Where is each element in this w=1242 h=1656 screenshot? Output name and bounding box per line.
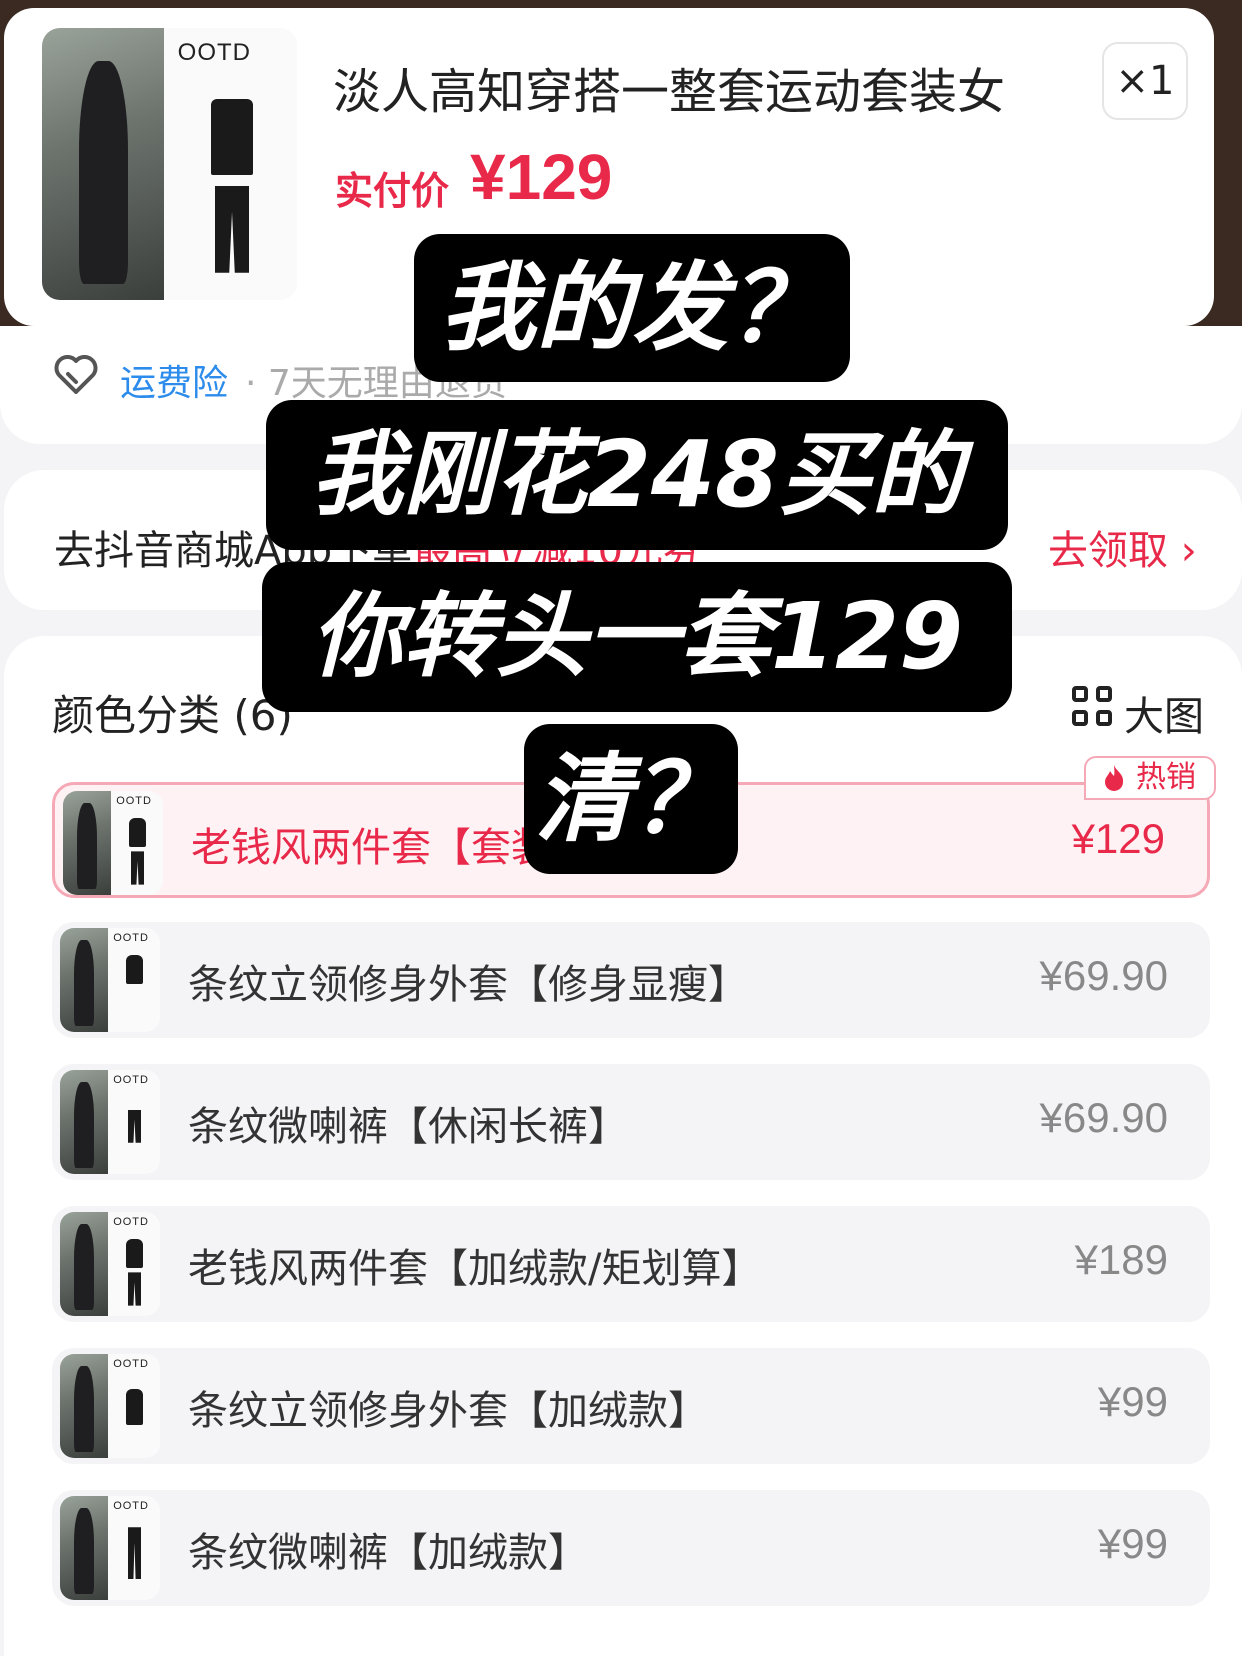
sku-thumb-brand: OOTD [113, 1500, 149, 1513]
sku-thumb-brand: OOTD [116, 795, 152, 808]
claim-coupon-link[interactable]: 去领取 › [1048, 518, 1197, 576]
sku-thumbnail: OOTD [60, 1354, 160, 1458]
sku-thumbnail: OOTD [60, 1496, 160, 1600]
pants-image [214, 185, 250, 273]
thumbnail-brand: OOTD [177, 38, 251, 66]
pay-price-value: ¥129 [470, 141, 613, 213]
model-photo [42, 28, 165, 300]
big-image-toggle[interactable]: 大图 [1124, 684, 1204, 742]
sku-thumb-brand: OOTD [113, 1216, 149, 1229]
sku-section-title: 颜色分类 (6) [52, 691, 293, 740]
sku-name: 条纹微喇裤【加绒款】 [188, 1530, 588, 1576]
sku-price: ¥99 [1097, 1520, 1168, 1567]
sku-name: 条纹微喇裤【休闲长裤】 [188, 1104, 628, 1150]
caption-line-2: 我刚花248买的 [266, 400, 1008, 550]
sku-thumbnail: OOTD [60, 928, 160, 1032]
pay-price-label: 实付价 [335, 169, 450, 213]
quantity-badge[interactable]: ×1 [1102, 42, 1188, 120]
sku-thumbnail: OOTD [60, 1070, 160, 1174]
sku-thumbnail: OOTD [63, 791, 163, 895]
sku-thumbnail: OOTD [60, 1212, 160, 1316]
sku-item[interactable]: OOTD 条纹微喇裤【加绒款】 ¥99 [52, 1490, 1210, 1606]
sku-item[interactable]: OOTD 条纹立领修身外套【加绒款】 ¥99 [52, 1348, 1210, 1464]
sku-thumb-brand: OOTD [113, 1074, 149, 1087]
product-panel: OOTD [164, 28, 297, 300]
grid-view-icon[interactable] [1072, 686, 1114, 728]
sku-item[interactable]: OOTD 条纹微喇裤【休闲长裤】 ¥69.90 [52, 1064, 1210, 1180]
sku-thumb-brand: OOTD [113, 1358, 149, 1371]
jacket-image [210, 98, 254, 175]
sku-name: 老钱风两件套【加绒款/矩划算】 [188, 1246, 762, 1292]
sku-price: ¥99 [1097, 1378, 1168, 1425]
sku-price: ¥69.90 [1039, 952, 1168, 999]
product-title: 淡人高知穿搭一整套运动套装女 [333, 64, 1006, 120]
sku-item[interactable]: OOTD 条纹立领修身外套【修身显瘦】 ¥69.90 [52, 922, 1210, 1038]
caption-line-1: 我的发？ [414, 234, 850, 382]
flame-icon [1105, 765, 1124, 791]
shipping-insurance-label[interactable]: 运费险 [120, 354, 228, 406]
sku-item[interactable]: OOTD 老钱风两件套【加绒款/矩划算】 ¥189 [52, 1206, 1210, 1322]
sku-thumb-brand: OOTD [113, 932, 149, 945]
sku-price: ¥69.90 [1039, 1094, 1168, 1141]
sku-name: 条纹立领修身外套【加绒款】 [188, 1388, 708, 1434]
sku-price: ¥129 [1071, 815, 1165, 862]
sku-price: ¥189 [1074, 1236, 1168, 1283]
shipping-insurance-icon [54, 355, 98, 394]
caption-line-3: 你转头一套129 [262, 562, 1012, 712]
caption-line-4: 清？ [524, 724, 738, 874]
sku-name: 条纹立领修身外套【修身显瘦】 [188, 962, 748, 1008]
product-thumbnail[interactable]: OOTD [42, 28, 297, 300]
